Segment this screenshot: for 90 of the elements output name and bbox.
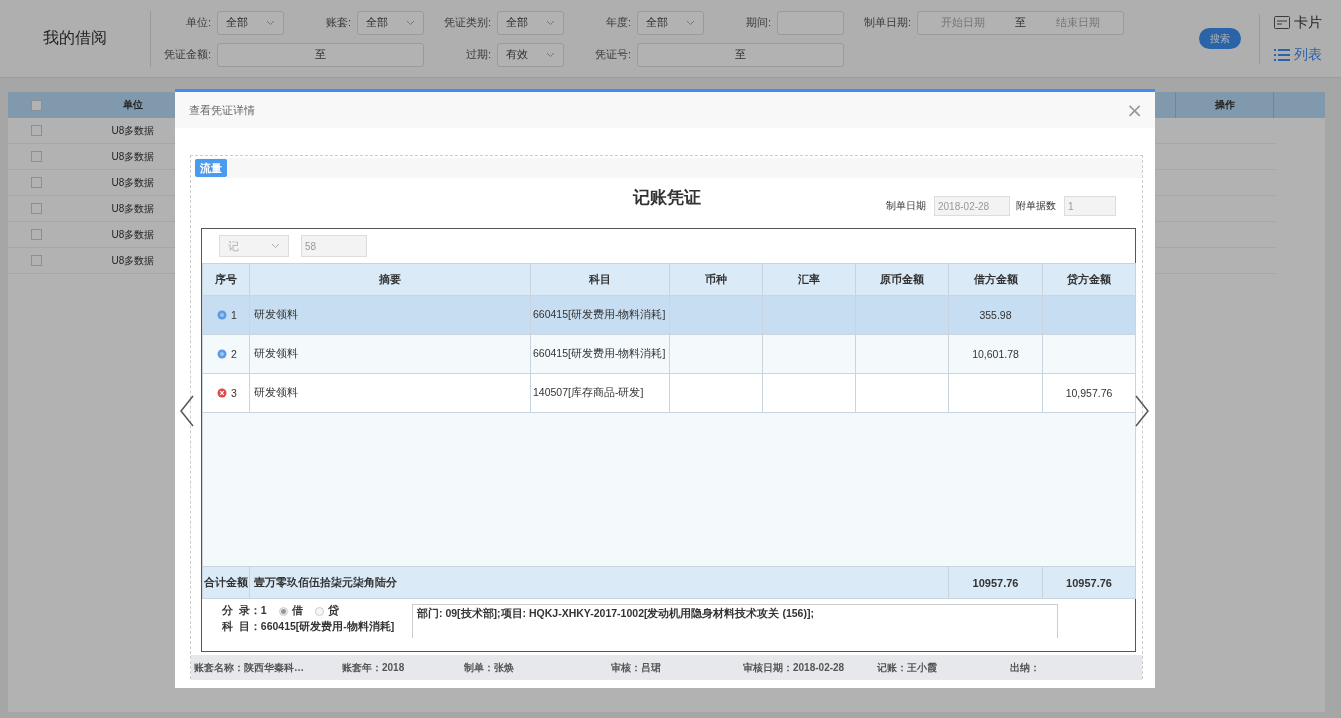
side-radio[interactable]: 借	[278, 604, 303, 618]
filter-label: 单位:	[184, 15, 212, 30]
range-field[interactable]: 至	[637, 42, 844, 67]
input-field[interactable]	[777, 10, 844, 35]
table-cell: U8多数据	[111, 149, 155, 164]
checkbox[interactable]	[31, 255, 42, 266]
entry-row[interactable]: 3 研发领料 140507[库存商品-研发] 10,957.76	[202, 373, 1136, 413]
total-credit: 10957.76	[1066, 576, 1112, 589]
page-title: 我的借阅	[42, 28, 108, 48]
side-radio[interactable]: 贷	[314, 604, 339, 618]
radio-dot[interactable]	[314, 606, 324, 616]
table-cell: 研发领料	[254, 347, 298, 359]
table-cell: 研发领料	[254, 386, 298, 398]
select-field[interactable]: 全部	[637, 10, 704, 35]
select-field[interactable]: 全部	[357, 10, 424, 35]
column-header: 贷方金额	[1042, 263, 1136, 296]
dialog-title: 查看凭证详情	[189, 102, 255, 118]
column-header: 序号	[202, 263, 250, 296]
select-field[interactable]: 有效	[497, 42, 564, 67]
info-text: 出纳：	[1010, 660, 1041, 675]
chevron-down-icon	[266, 19, 275, 26]
table-cell: 3	[231, 386, 237, 399]
table-cell: 660415[研发费用-物料消耗]	[533, 347, 666, 359]
table-cell: U8多数据	[111, 123, 155, 138]
column-header: 借方金额	[948, 263, 1043, 296]
field-label: 制单日期	[886, 199, 926, 213]
filter-label: 账套:	[324, 15, 352, 30]
account-text: 科 目：660415[研发费用-物料消耗]	[222, 620, 396, 634]
field-label: 附单据数	[1016, 199, 1056, 213]
column-header: 币种	[669, 263, 763, 296]
note-field: 部门: 09[技术部];项目: HQKJ-XHKY-2017-1002[发动机用隐身材料技术攻关 (156)];	[412, 604, 1058, 638]
column-header: 原币金额	[855, 263, 949, 296]
checkbox[interactable]	[31, 177, 42, 188]
info-text: 记账：王小霞	[877, 660, 938, 675]
table-cell: 660415[研发费用-物料消耗]	[533, 308, 666, 320]
range-field[interactable]: 至	[217, 42, 424, 67]
entry-row[interactable]: 2 研发领料 660415[研发费用-物料消耗] 10,601.78	[202, 334, 1136, 374]
total-debit: 10957.76	[972, 576, 1019, 589]
amount-in-words: 壹万零玖佰伍拾柒元柒角陆分	[254, 576, 397, 588]
filter-label: 年度:	[604, 15, 632, 30]
table-cell: 2	[231, 347, 237, 360]
table-cell: 1	[231, 308, 237, 321]
info-text: 账套名称：陕西华秦科…	[194, 660, 305, 675]
info-text: 审核：吕珺	[611, 660, 662, 675]
voucher-title: 记账凭证	[633, 187, 701, 209]
column-header: 单位	[123, 98, 143, 112]
table-cell: 10,601.78	[972, 348, 1019, 360]
column-header: 科目	[530, 263, 670, 296]
info-text: 审核日期：2018-02-28	[743, 660, 846, 675]
list-icon	[1274, 47, 1290, 62]
entry-count: 分 录：1	[222, 604, 267, 618]
select-field[interactable]: 全部	[217, 10, 284, 35]
filter-label: 制单日期:	[862, 15, 912, 30]
info-text: 制单：张焕	[464, 660, 515, 675]
total-label: 合计金额	[204, 575, 248, 588]
chevron-down-icon	[271, 243, 280, 249]
filter-label: 凭证金额:	[162, 47, 212, 62]
chevron-down-icon	[546, 51, 555, 58]
table-cell: U8多数据	[111, 253, 155, 268]
column-header: 操作	[1175, 92, 1274, 118]
column-header: 汇率	[762, 263, 856, 296]
checkbox[interactable]	[31, 125, 42, 136]
chevron-down-icon	[686, 19, 695, 26]
entry-row[interactable]: 1 研发领料 660415[研发费用-物料消耗] 355.98	[202, 295, 1136, 335]
checkbox[interactable]	[31, 99, 42, 111]
circle-icon	[217, 348, 227, 359]
table-cell: U8多数据	[111, 227, 155, 242]
table-cell: U8多数据	[111, 175, 155, 190]
info-text: 账套年：2018	[342, 660, 406, 675]
table-cell: 355.98	[979, 309, 1012, 321]
filter-label: 凭证类别:	[442, 15, 492, 30]
chevron-down-icon	[546, 19, 555, 26]
radio-dot[interactable]	[278, 606, 288, 616]
chevron-down-icon	[406, 19, 415, 26]
checkbox[interactable]	[31, 151, 42, 162]
error-icon	[217, 387, 227, 398]
checkbox[interactable]	[31, 229, 42, 240]
card-icon	[1274, 16, 1290, 29]
view-toggle[interactable]: 卡片	[1274, 13, 1322, 32]
select-field[interactable]: 全部	[497, 10, 564, 35]
table-cell: 10,957.76	[1065, 387, 1113, 399]
column-header: 摘要	[249, 263, 531, 296]
filter-label: 凭证号:	[593, 47, 632, 62]
circle-icon	[217, 309, 227, 320]
checkbox[interactable]	[31, 203, 42, 214]
filter-label: 过期:	[464, 47, 492, 62]
filter-label: 期间:	[744, 15, 772, 30]
table-cell: U8多数据	[111, 201, 155, 216]
table-cell: 研发领料	[254, 308, 298, 320]
table-cell: 140507[库存商品-研发]	[533, 386, 644, 398]
